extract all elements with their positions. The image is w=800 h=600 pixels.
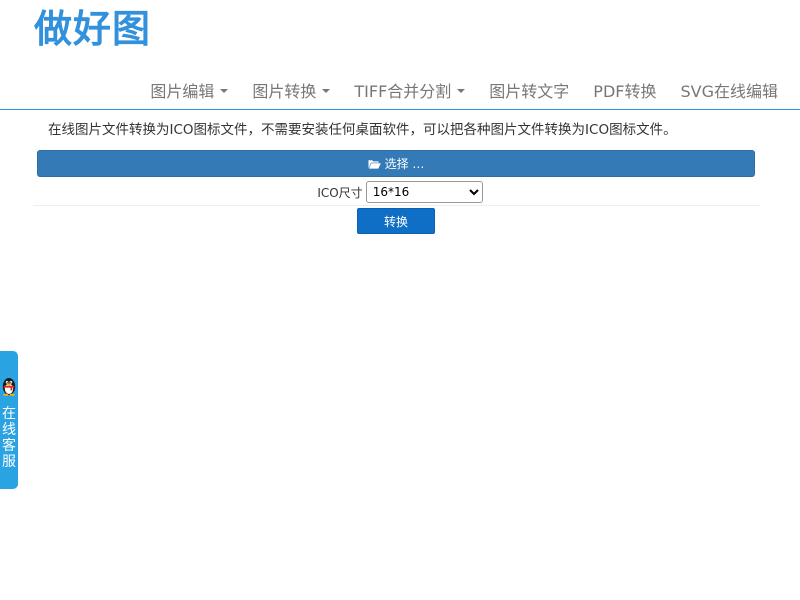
- nav-item-label: SVG在线编辑: [680, 82, 778, 101]
- main-nav: 图片编辑 图片转换 TIFF合并分割 图片转文字 PDF转换 SVG在线编辑: [150, 76, 778, 104]
- nav-item-label: PDF转换: [593, 82, 657, 101]
- nav-item-image-to-text[interactable]: 图片转文字: [489, 78, 569, 102]
- online-service-label: 在线客服: [2, 406, 16, 470]
- caret-down-icon: [220, 89, 229, 93]
- page: 做好图 图片编辑 图片转换 TIFF合并分割 图片转文字 PDF转换 SVG在线…: [0, 0, 800, 600]
- convert-button[interactable]: 转换: [357, 208, 435, 234]
- ico-size-row: ICO尺寸 16*16: [0, 180, 800, 204]
- nav-item-svg-editor[interactable]: SVG在线编辑: [680, 78, 778, 102]
- qq-penguin-icon: [2, 378, 16, 396]
- nav-item-label: TIFF合并分割: [354, 82, 452, 101]
- header-divider: [0, 109, 800, 110]
- nav-item-image-edit[interactable]: 图片编辑: [150, 78, 229, 102]
- online-service-tab[interactable]: 在线客服: [0, 351, 18, 489]
- page-description: 在线图片文件转换为ICO图标文件，不需要安装任何桌面软件，可以把各种图片文件转换…: [48, 122, 677, 138]
- nav-item-label: 图片转文字: [489, 82, 570, 101]
- select-file-label: 选择 …: [384, 157, 425, 171]
- nav-item-label: 图片编辑: [150, 82, 215, 101]
- ico-size-label: ICO尺寸: [317, 185, 363, 200]
- caret-down-icon: [457, 89, 466, 93]
- select-file-button[interactable]: 选择 …: [37, 150, 755, 177]
- nav-item-pdf-convert[interactable]: PDF转换: [593, 78, 656, 102]
- form-divider: [33, 205, 760, 206]
- ico-size-select[interactable]: 16*16: [365, 181, 483, 203]
- caret-down-icon: [322, 89, 331, 93]
- site-logo[interactable]: 做好图: [34, 6, 151, 52]
- nav-item-image-convert[interactable]: 图片转换: [252, 78, 331, 102]
- folder-open-icon: [368, 159, 381, 169]
- nav-item-tiff-merge-split[interactable]: TIFF合并分割: [354, 78, 466, 102]
- nav-item-label: 图片转换: [252, 82, 317, 101]
